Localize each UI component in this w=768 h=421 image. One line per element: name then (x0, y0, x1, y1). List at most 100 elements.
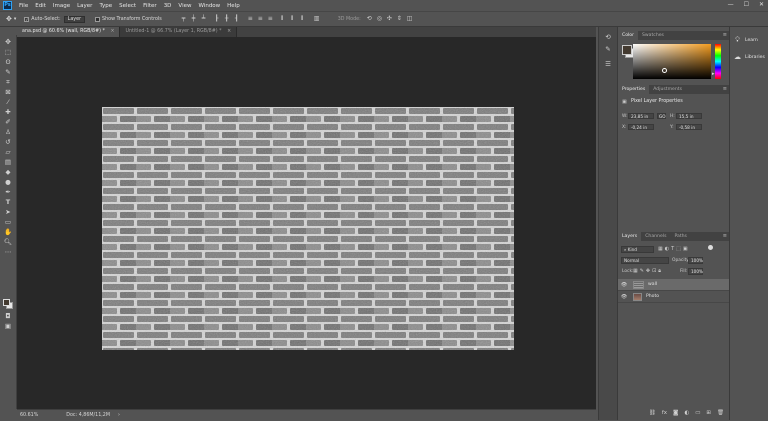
lasso-tool-icon[interactable]: ʘ (3, 58, 13, 67)
adjustment-icon[interactable]: ◐ (684, 410, 689, 416)
tab-color[interactable]: Color (618, 31, 638, 40)
tool-preset-chevron-icon[interactable]: ▾ (14, 17, 16, 22)
layer-filter-dropdown[interactable]: ⌕ Kind (621, 246, 654, 253)
move-tool-icon[interactable]: ✥ (3, 38, 13, 47)
eraser-tool-icon[interactable]: ▱ (3, 148, 13, 157)
path-selection-tool-icon[interactable]: ➤ (3, 208, 13, 217)
3d-roll-icon[interactable]: ◎ (377, 16, 383, 22)
panel-menu-icon[interactable]: ≡ (723, 232, 727, 241)
link-dimensions-icon[interactable]: GO (657, 113, 666, 119)
tab-layers[interactable]: Layers (618, 232, 642, 241)
trash-icon[interactable]: 🗑︎ (717, 410, 724, 416)
gradient-tool-icon[interactable]: ▤ (3, 158, 13, 167)
menu-window[interactable]: Window (198, 3, 220, 9)
layer-filter-icons[interactable]: ▦◐T⬚▣ (658, 246, 690, 252)
width-field[interactable]: 23,85 in (628, 113, 654, 119)
menu-help[interactable]: Help (227, 3, 240, 9)
link-icon[interactable]: ⛓ (649, 410, 656, 416)
align-top-icon[interactable]: ┯ (182, 16, 188, 22)
opacity-field[interactable]: 100% (688, 257, 703, 264)
brush-tool-icon[interactable]: ✐ (3, 118, 13, 127)
color-field[interactable] (633, 44, 711, 79)
learn-item[interactable]: 💡︎ Learn (734, 37, 758, 44)
quick-select-tool-icon[interactable]: ✎ (3, 68, 13, 77)
auto-select-option[interactable]: Auto-Select: Layer (24, 15, 86, 23)
y-field[interactable]: -0,58 in (676, 124, 702, 130)
transform-controls-option[interactable]: Show Transform Controls (95, 16, 162, 22)
zoom-tool-icon[interactable]: 🔍︎ (3, 238, 13, 247)
move-tool-icon[interactable]: ✥ (6, 15, 12, 23)
transform-controls-checkbox[interactable] (95, 16, 101, 22)
tab-swatches[interactable]: Swatches (638, 31, 668, 40)
align-hcenter-icon[interactable]: ╂ (225, 16, 231, 22)
auto-align-icon[interactable]: ▥ (314, 16, 320, 22)
tab-untitled-1[interactable]: Untitled-1 @ 66.7% (Layer 1, RGB/8#) * × (120, 27, 238, 37)
zoom-level[interactable]: 60.61% (20, 413, 38, 418)
height-field[interactable]: 15,5 in (676, 113, 702, 119)
distribute-hcenter-icon[interactable]: ⦀ (291, 16, 297, 22)
mask-icon[interactable]: ◙ (673, 410, 678, 416)
hue-slider-handle-icon[interactable]: ▸ (712, 71, 715, 77)
3d-pan-icon[interactable]: ✣ (387, 16, 393, 22)
healing-brush-tool-icon[interactable]: ✚ (3, 108, 13, 117)
3d-scale-icon[interactable]: ◫ (407, 16, 413, 22)
tab-ana-psd[interactable]: ana.psd @ 60.6% (wall, RGB/8#) * × (17, 27, 121, 37)
3d-slide-icon[interactable]: ⇕ (397, 16, 403, 22)
marquee-tool-icon[interactable]: ⬚ (3, 48, 13, 57)
fx-icon[interactable]: fx (662, 410, 667, 416)
distribute-vcenter-icon[interactable]: ≡ (258, 16, 264, 22)
fill-field[interactable]: 100% (688, 268, 703, 275)
shape-tool-icon[interactable]: ▭ (3, 218, 13, 227)
frame-tool-icon[interactable]: ⊠ (3, 88, 13, 97)
tab-paths[interactable]: Paths (670, 232, 691, 241)
tab-adjustments[interactable]: Adjustments (649, 85, 686, 94)
align-vcenter-icon[interactable]: ┿ (192, 16, 198, 22)
color-fg-swatch[interactable] (622, 45, 632, 55)
3d-orbit-icon[interactable]: ⟲ (367, 16, 373, 22)
hand-tool-icon[interactable]: ✋ (3, 228, 13, 237)
tab-properties[interactable]: Properties (618, 85, 650, 94)
blur-tool-icon[interactable]: ◆ (3, 168, 13, 177)
hue-slider[interactable] (715, 44, 721, 79)
layer-row-wall[interactable]: 👁︎ wall (618, 279, 730, 291)
crop-tool-icon[interactable]: ⌗ (3, 78, 13, 87)
visibility-eye-icon[interactable]: 👁︎ (620, 282, 628, 288)
close-tab-icon[interactable]: × (227, 29, 231, 34)
x-field[interactable]: -0,24 in (628, 124, 654, 130)
align-left-icon[interactable]: ┠ (215, 16, 221, 22)
more-tools-icon[interactable]: ⋯ (3, 248, 13, 257)
align-bottom-icon[interactable]: ┷ (202, 16, 208, 22)
align-right-icon[interactable]: ┨ (235, 16, 241, 22)
filter-toggle-icon[interactable] (708, 245, 713, 250)
foreground-color-swatch[interactable] (3, 299, 10, 306)
lock-icons[interactable]: ▦✎✥⊡🔒︎ (633, 268, 663, 274)
menu-view[interactable]: View (178, 3, 191, 9)
visibility-eye-icon[interactable]: 👁︎ (620, 294, 628, 300)
distribute-top-icon[interactable]: ≡ (248, 16, 254, 22)
minimize-icon[interactable]: — (728, 1, 734, 8)
close-icon[interactable]: ✕ (759, 1, 764, 8)
menu-layer[interactable]: Layer (77, 3, 92, 9)
screen-mode-icon[interactable]: ▣ (3, 322, 13, 331)
auto-select-target-dropdown[interactable]: Layer (63, 15, 86, 23)
history-brush-tool-icon[interactable]: ↺ (3, 138, 13, 147)
history-icon[interactable]: ⟲ (603, 33, 613, 42)
group-icon[interactable]: ▭ (695, 410, 700, 416)
color-picker-cursor-icon[interactable] (662, 68, 667, 73)
libraries-item[interactable]: ☁ Libraries (734, 54, 765, 61)
menu-edit[interactable]: Edit (35, 3, 46, 9)
menu-select[interactable]: Select (119, 3, 136, 9)
clone-stamp-tool-icon[interactable]: ♙ (3, 128, 13, 137)
type-tool-icon[interactable]: T (3, 198, 13, 207)
distribute-left-icon[interactable]: ⦀ (281, 16, 287, 22)
status-menu-arrow-icon[interactable]: › (118, 413, 120, 418)
distribute-right-icon[interactable]: ⦀ (301, 16, 307, 22)
menu-type[interactable]: Type (99, 3, 112, 9)
panel-menu-icon[interactable]: ≡ (723, 31, 727, 40)
menu-3d[interactable]: 3D (164, 3, 172, 9)
menu-file[interactable]: File (19, 3, 28, 9)
distribute-bottom-icon[interactable]: ≡ (268, 16, 274, 22)
dodge-tool-icon[interactable]: ● (3, 178, 13, 187)
pen-tool-icon[interactable]: ✒ (3, 188, 13, 197)
panel-menu-icon[interactable]: ≡ (723, 85, 727, 94)
